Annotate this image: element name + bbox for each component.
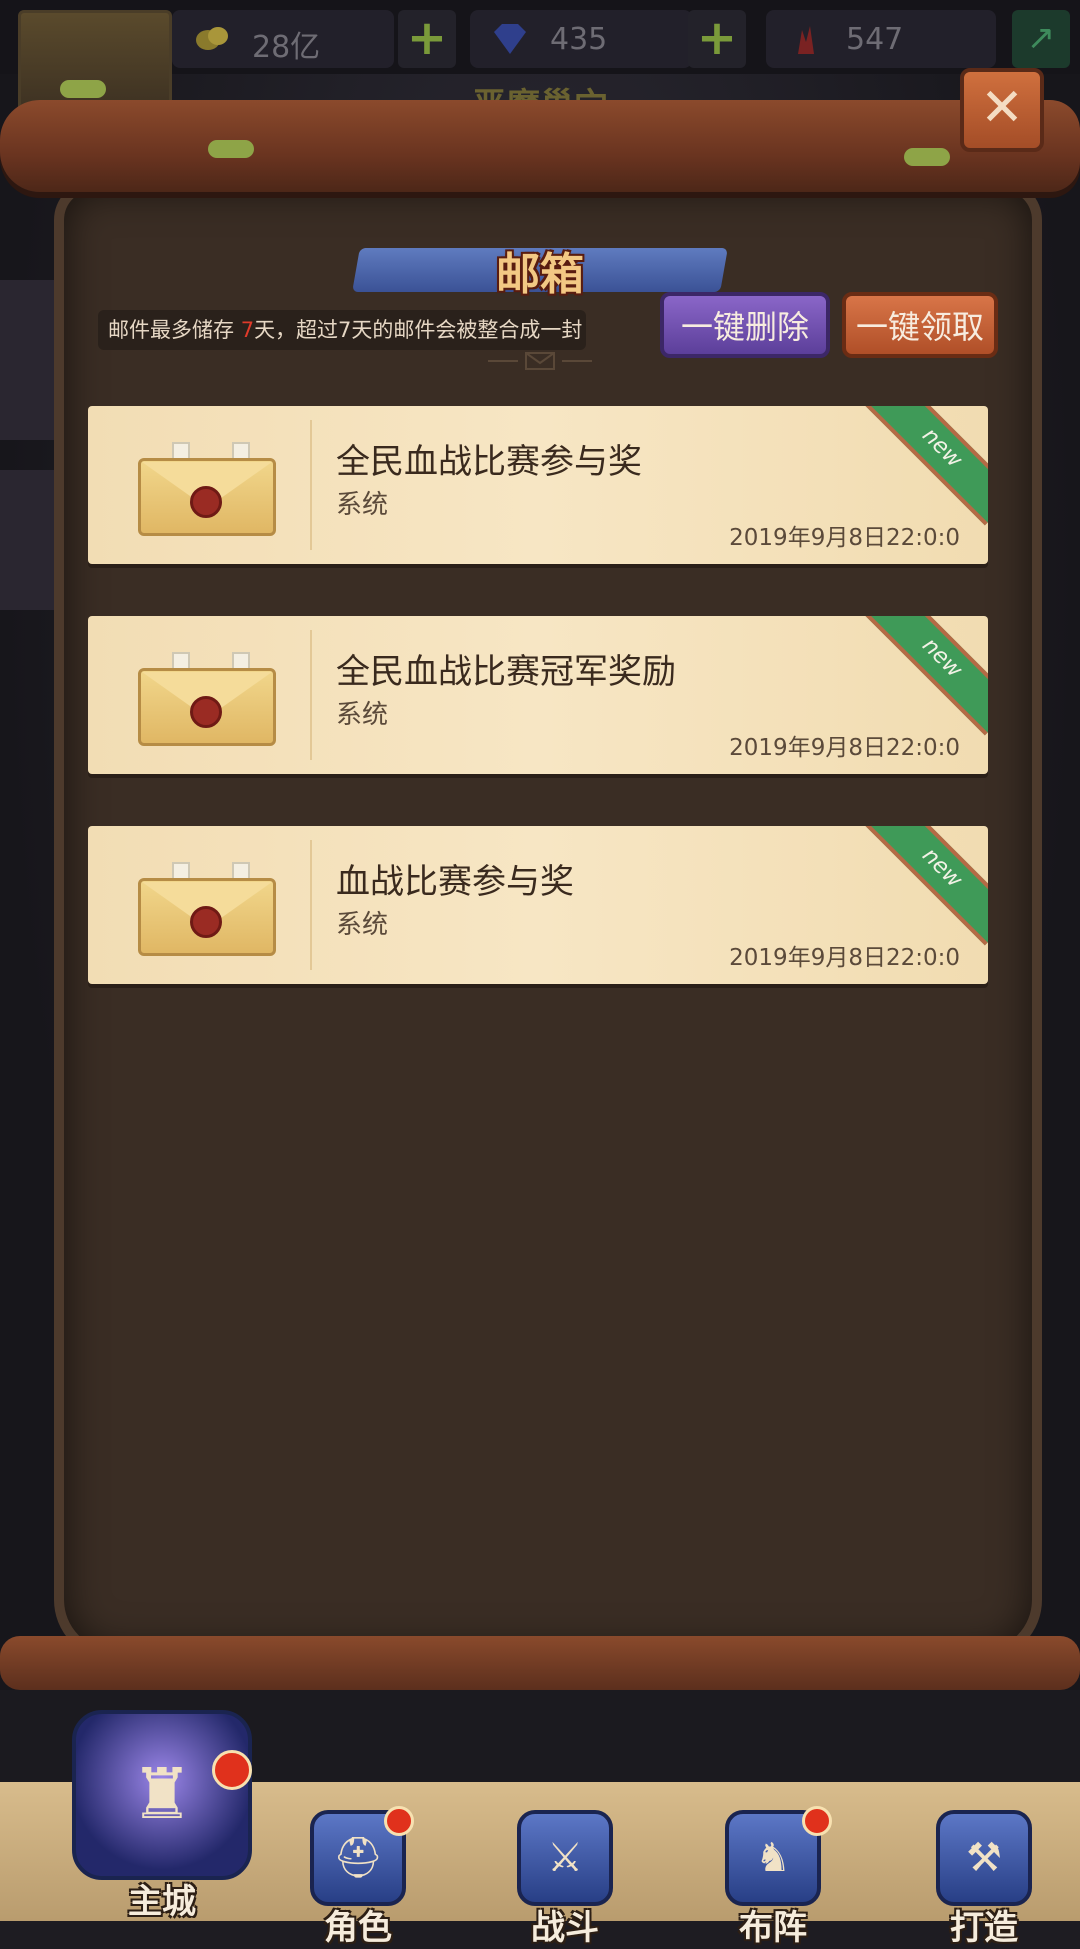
notice-days: 7 bbox=[240, 318, 255, 342]
crystal-counter: 547 bbox=[766, 10, 996, 68]
side-strip bbox=[0, 280, 60, 440]
mail-title: 全民血战比赛冠军奖励 bbox=[336, 652, 676, 692]
mail-date: 2019年9月8日22:0:0 bbox=[729, 945, 960, 971]
nav-label: 主城 bbox=[128, 1882, 196, 1922]
mail-title: 血战比赛参与奖 bbox=[336, 862, 574, 902]
envelope-divider-icon bbox=[488, 352, 592, 370]
resource-bar: 28亿 + 435 + 547 ↗ bbox=[0, 0, 1080, 114]
side-strip bbox=[0, 470, 60, 610]
gold-value: 28亿 bbox=[252, 30, 321, 65]
mail-date: 2019年9月8日22:0:0 bbox=[729, 525, 960, 551]
storage-notice: 邮件最多储存 7天，超过7天的邮件会被整合成一封 bbox=[98, 310, 586, 350]
gold-icon bbox=[196, 27, 228, 50]
share-button[interactable]: ↗ bbox=[1012, 10, 1070, 68]
notice-text-pre: 邮件最多储存 bbox=[108, 318, 241, 342]
nav-main-city[interactable]: ♜ 主城 bbox=[62, 1710, 262, 1923]
diamond-value: 435 bbox=[550, 22, 608, 57]
mail-sender: 系统 bbox=[336, 490, 389, 520]
mail-item[interactable]: 全民血战比赛参与奖 系统 2019年9月8日22:0:0 new bbox=[88, 406, 988, 564]
moss-decor bbox=[208, 140, 254, 158]
new-badge: new bbox=[864, 406, 988, 526]
alert-dot bbox=[212, 1750, 252, 1790]
wax-seal-icon bbox=[190, 486, 222, 518]
alert-dot bbox=[384, 1806, 414, 1836]
crossed-swords-icon: ⚔ bbox=[517, 1810, 613, 1906]
nav-forge[interactable]: ⚒ 打造 bbox=[924, 1810, 1044, 1949]
gold-counter: 28亿 bbox=[172, 10, 394, 68]
wax-seal-icon bbox=[190, 696, 222, 728]
add-diamond-button[interactable]: + bbox=[688, 10, 746, 68]
envelope-icon bbox=[138, 652, 276, 746]
nav-label: 打造 bbox=[950, 1908, 1018, 1948]
envelope-icon bbox=[138, 862, 276, 956]
crystal-icon bbox=[798, 26, 814, 54]
mail-sender: 系统 bbox=[336, 910, 389, 940]
mail-sender: 系统 bbox=[336, 700, 389, 730]
nav-label: 角色 bbox=[324, 1908, 392, 1948]
diamond-counter: 435 bbox=[470, 10, 692, 68]
castle-icon: ♜ bbox=[72, 1710, 252, 1880]
notice-text-post: 天，超过7天的邮件会被整合成一封 bbox=[254, 318, 583, 342]
mail-title: 全民血战比赛参与奖 bbox=[336, 442, 642, 482]
mail-date: 2019年9月8日22:0:0 bbox=[729, 735, 960, 761]
wax-seal-icon bbox=[190, 906, 222, 938]
close-icon: ✕ bbox=[980, 78, 1024, 138]
add-gold-button[interactable]: + bbox=[398, 10, 456, 68]
claim-all-button[interactable]: 一键领取 bbox=[842, 292, 998, 358]
alert-dot bbox=[802, 1806, 832, 1836]
bottom-nav: ♜ 主城 ⛑ 角色 ⚔ 战斗 ♞ 布阵 ⚒ 打造 bbox=[0, 1690, 1080, 1948]
mail-item[interactable]: 全民血战比赛冠军奖励 系统 2019年9月8日22:0:0 new bbox=[88, 616, 988, 774]
new-badge: new bbox=[864, 826, 988, 946]
panel-bottom-beam bbox=[0, 1636, 1080, 1690]
nav-battle[interactable]: ⚔ 战斗 bbox=[505, 1810, 625, 1949]
nav-label: 布阵 bbox=[739, 1908, 807, 1948]
new-badge: new bbox=[864, 616, 988, 736]
close-button[interactable]: ✕ bbox=[960, 68, 1044, 152]
delete-all-button[interactable]: 一键删除 bbox=[660, 292, 830, 358]
crystal-value: 547 bbox=[846, 22, 904, 57]
panel-top-beam bbox=[0, 100, 1080, 192]
diamond-icon bbox=[494, 24, 526, 54]
mail-item[interactable]: 血战比赛参与奖 系统 2019年9月8日22:0:0 new bbox=[88, 826, 988, 984]
moss-decor bbox=[904, 148, 950, 166]
moss-decor bbox=[60, 80, 106, 98]
nav-label: 战斗 bbox=[531, 1908, 599, 1948]
anvil-icon: ⚒ bbox=[936, 1810, 1032, 1906]
share-icon: ↗ bbox=[1026, 18, 1056, 58]
envelope-icon bbox=[138, 442, 276, 536]
